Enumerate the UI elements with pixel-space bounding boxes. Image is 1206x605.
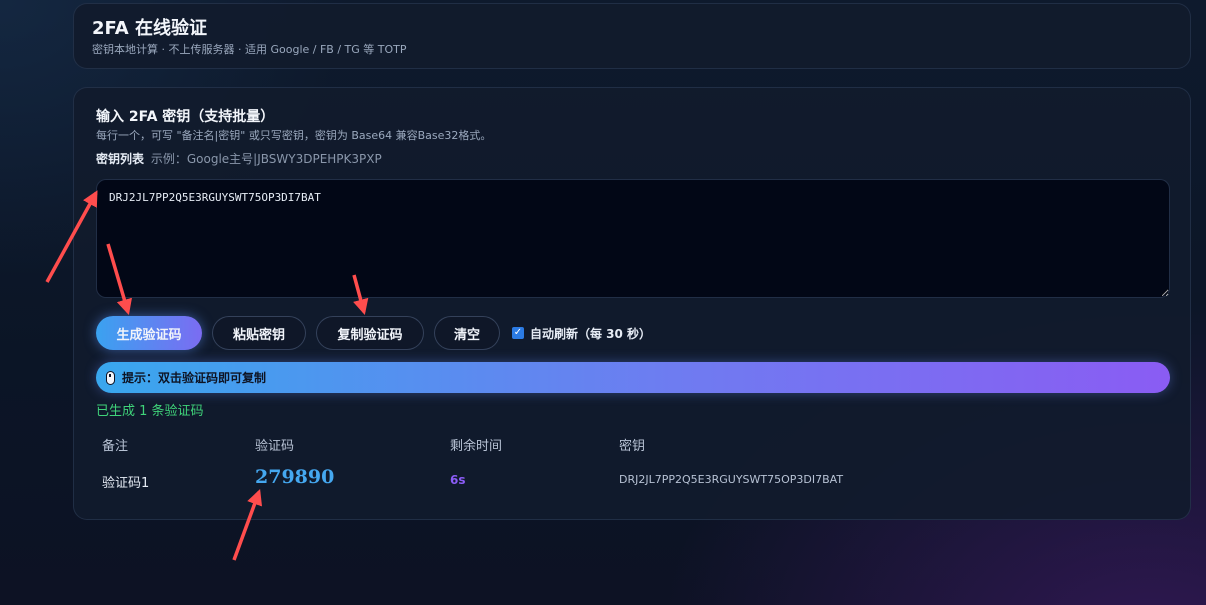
generate-button[interactable]: 生成验证码 [96,316,202,350]
keys-example: 示例：Google主号|JBSWY3DPEHPK3PXP [150,152,382,166]
tip-banner: 提示：双击验证码即可复制 [96,362,1170,393]
clear-button[interactable]: 清空 [434,316,500,350]
row-name: 验证码1 [102,476,150,491]
page-subtitle: 密钥本地计算 · 不上传服务器 · 适用 Google / FB / TG 等 … [92,43,407,56]
header-card: 2FA 在线验证 密钥本地计算 · 不上传服务器 · 适用 Google / F… [73,3,1191,69]
section-title: 输入 2FA 密钥（支持批量） [96,109,275,125]
column-header-remaining: 剩余时间 [450,439,503,454]
section-description: 每行一个，可写 "备注名|密钥" 或只写密钥，密钥为 Base64 兼容Base… [96,129,492,142]
column-header-secret: 密钥 [619,439,646,454]
row-secret: DRJ2JL7PP2Q5E3RGUYSWT75OP3DI7BAT [619,473,844,486]
column-header-name: 备注 [102,439,129,454]
keys-label: 密钥列表 [96,152,145,166]
row-code[interactable]: 279890 [255,466,334,488]
mouse-icon [106,370,115,385]
auto-refresh-label: 自动刷新（每 30 秒） [530,326,652,341]
column-header-code: 验证码 [255,439,295,454]
tip-text: 提示：双击验证码即可复制 [122,371,267,385]
paste-button[interactable]: 粘贴密钥 [212,316,306,350]
keys-textarea[interactable]: DRJ2JL7PP2Q5E3RGUYSWT75OP3DI7BAT [96,179,1170,298]
input-card: 输入 2FA 密钥（支持批量） 每行一个，可写 "备注名|密钥" 或只写密钥，密… [73,87,1191,520]
status-message: 已生成 1 条验证码 [96,404,204,419]
auto-refresh-checkbox[interactable]: ✓ [512,327,524,339]
page-title: 2FA 在线验证 [92,18,207,39]
copy-codes-button[interactable]: 复制验证码 [316,316,424,350]
row-remaining-time: 6s [450,473,466,487]
action-bar: 生成验证码 粘贴密钥 复制验证码 清空 ✓ 自动刷新（每 30 秒） [96,316,651,350]
keys-label-row: 密钥列表 示例：Google主号|JBSWY3DPEHPK3PXP [96,151,1168,167]
auto-refresh-toggle[interactable]: ✓ 自动刷新（每 30 秒） [512,325,651,342]
